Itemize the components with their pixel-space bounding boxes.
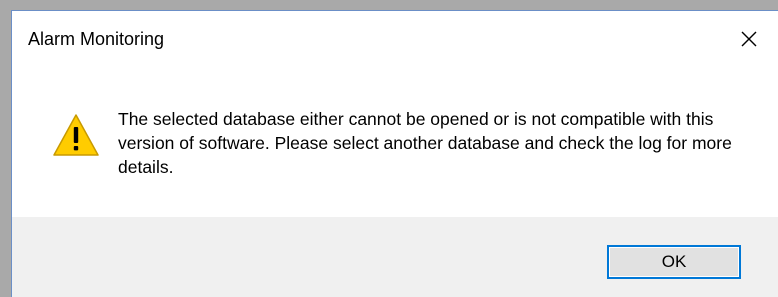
dialog-content: The selected database either cannot be o… bbox=[12, 67, 778, 217]
dialog-window: Alarm Monitoring The selected database e… bbox=[11, 10, 778, 297]
ok-button[interactable]: OK bbox=[607, 245, 741, 279]
close-button[interactable] bbox=[726, 17, 772, 61]
warning-icon bbox=[53, 114, 99, 156]
title-bar[interactable]: Alarm Monitoring bbox=[12, 11, 778, 67]
dialog-footer: OK bbox=[12, 217, 778, 297]
dialog-title: Alarm Monitoring bbox=[28, 29, 165, 49]
dialog-message: The selected database either cannot be o… bbox=[118, 109, 732, 177]
close-icon bbox=[741, 31, 757, 47]
